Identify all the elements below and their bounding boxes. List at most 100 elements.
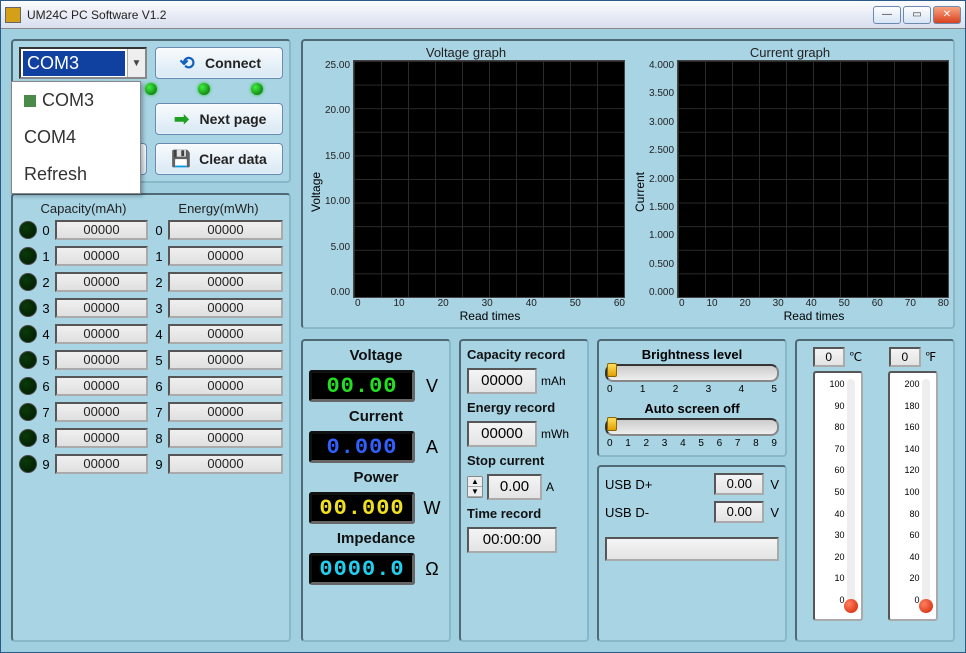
energy-row: 2 00000 — [154, 272, 283, 292]
capacity-value: 00000 — [55, 376, 148, 396]
slider-thumb-icon[interactable] — [607, 417, 617, 431]
next-page-button[interactable]: ➡ Next page — [155, 103, 283, 135]
capacity-row: 4 00000 — [19, 324, 148, 344]
voltage-chart: Voltage graph Voltage 25.0020.0015.0010.… — [307, 45, 625, 323]
autooff-ticks: 0123456789 — [605, 438, 779, 449]
usb-dminus-value: 0.00 — [714, 501, 764, 523]
capacity-row: 9 00000 — [19, 454, 148, 474]
dropdown-item-com3[interactable]: COM3 — [12, 82, 140, 119]
group-index: 5 — [154, 353, 164, 368]
chart-xaxis: 0102030405060 — [325, 298, 625, 309]
group-led-icon — [19, 273, 37, 291]
energy-row: 3 00000 — [154, 298, 283, 318]
capacity-value: 00000 — [55, 220, 148, 240]
dropdown-item-refresh[interactable]: Refresh — [12, 156, 140, 193]
measurements-panel: Voltage 00.00 V Current 0.000 A Power 00… — [301, 339, 451, 642]
group-led-icon — [19, 325, 37, 343]
thermometer-celsius: 1009080706050403020100 — [813, 371, 863, 621]
led-indicator — [145, 83, 157, 95]
group-index: 9 — [154, 457, 164, 472]
brightness-slider[interactable] — [605, 364, 779, 382]
power-label: Power — [309, 469, 443, 486]
records-panel: Capacity record 00000 mAh Energy record … — [459, 339, 589, 642]
energy-value: 00000 — [168, 376, 283, 396]
capacity-row: 7 00000 — [19, 402, 148, 422]
group-led-icon — [19, 247, 37, 265]
brightness-ticks: 012345 — [605, 384, 779, 395]
energy-row: 9 00000 — [154, 454, 283, 474]
minimize-button[interactable]: — — [873, 6, 901, 24]
group-led-icon — [19, 429, 37, 447]
connect-label: Connect — [205, 55, 261, 71]
window-title: UM24C PC Software V1.2 — [27, 8, 873, 22]
capacity-value: 00000 — [55, 246, 148, 266]
energy-value: 00000 — [168, 272, 283, 292]
voltage-label: Voltage — [309, 347, 443, 364]
maximize-button[interactable]: ▭ — [903, 6, 931, 24]
power-unit: W — [421, 498, 443, 519]
impedance-label: Impedance — [309, 530, 443, 547]
chart-title: Voltage graph — [307, 45, 625, 60]
autooff-slider[interactable] — [605, 418, 779, 436]
app-icon — [5, 7, 21, 23]
arrow-right-icon: ➡ — [172, 109, 192, 129]
chart-ylabel: Current — [631, 60, 649, 323]
temp-fahrenheit-unit: ℉ — [925, 350, 936, 364]
group-index: 8 — [41, 431, 51, 446]
stop-current-spinner[interactable]: ▲▼ — [467, 476, 483, 498]
com-port-value: COM3 — [23, 51, 125, 76]
usb-mode-display — [605, 537, 779, 561]
close-button[interactable]: ✕ — [933, 6, 961, 24]
com-port-dropdown: COM3 COM4 Refresh — [11, 81, 141, 194]
capacity-value: 00000 — [55, 324, 148, 344]
thermometer-fahrenheit: 200180160140120100806040200 — [888, 371, 938, 621]
energy-header: Energy(mWh) — [154, 201, 283, 216]
energy-record-value: 00000 — [467, 421, 537, 447]
energy-row: 1 00000 — [154, 246, 283, 266]
autooff-label: Auto screen off — [605, 401, 779, 416]
thermometer-bulb-icon — [844, 599, 858, 613]
temp-fahrenheit-value: 0 — [889, 347, 921, 367]
group-index: 8 — [154, 431, 164, 446]
capacity-row: 2 00000 — [19, 272, 148, 292]
led-indicator — [198, 83, 210, 95]
next-page-label: Next page — [200, 111, 267, 127]
group-led-icon — [19, 377, 37, 395]
disk-icon: 💾 — [171, 149, 191, 169]
usb-dplus-value: 0.00 — [714, 473, 764, 495]
connect-button[interactable]: ⟲ Connect — [155, 47, 283, 79]
chart-ylabel: Voltage — [307, 60, 325, 323]
group-index: 0 — [154, 223, 164, 238]
temperature-panel: 0 ℃ 1009080706050403020100 0 ℉ — [795, 339, 955, 642]
dropdown-item-com4[interactable]: COM4 — [12, 119, 140, 156]
group-index: 1 — [154, 249, 164, 264]
group-index: 5 — [41, 353, 51, 368]
energy-value: 00000 — [168, 298, 283, 318]
stop-current-value[interactable]: 0.00 — [487, 474, 542, 500]
group-index: 2 — [154, 275, 164, 290]
voltage-unit: V — [421, 376, 443, 397]
led-indicator — [251, 83, 263, 95]
group-index: 3 — [41, 301, 51, 316]
chevron-down-icon[interactable]: ▼ — [127, 49, 145, 77]
group-index: 1 — [41, 249, 51, 264]
usb-unit: V — [770, 477, 779, 492]
clear-data-button[interactable]: 💾 Clear data — [155, 143, 283, 175]
slider-thumb-icon[interactable] — [607, 363, 617, 377]
capacity-value: 00000 — [55, 350, 148, 370]
chart-yaxis: 25.0020.0015.0010.005.000.00 — [325, 60, 353, 298]
energy-value: 00000 — [168, 350, 283, 370]
energy-record-unit: mWh — [541, 427, 569, 441]
current-unit: A — [421, 437, 443, 458]
temp-celsius-unit: ℃ — [849, 350, 862, 364]
capacity-record-value: 00000 — [467, 368, 537, 394]
com-port-combo[interactable]: COM3 ▼ — [19, 47, 147, 79]
refresh-icon: ⟲ — [177, 53, 197, 73]
capacity-value: 00000 — [55, 298, 148, 318]
current-display: 0.000 — [309, 431, 415, 463]
group-index: 0 — [41, 223, 51, 238]
chart-xlabel: Read times — [649, 309, 949, 323]
group-led-icon — [19, 221, 37, 239]
energy-row: 7 00000 — [154, 402, 283, 422]
energy-row: 5 00000 — [154, 350, 283, 370]
